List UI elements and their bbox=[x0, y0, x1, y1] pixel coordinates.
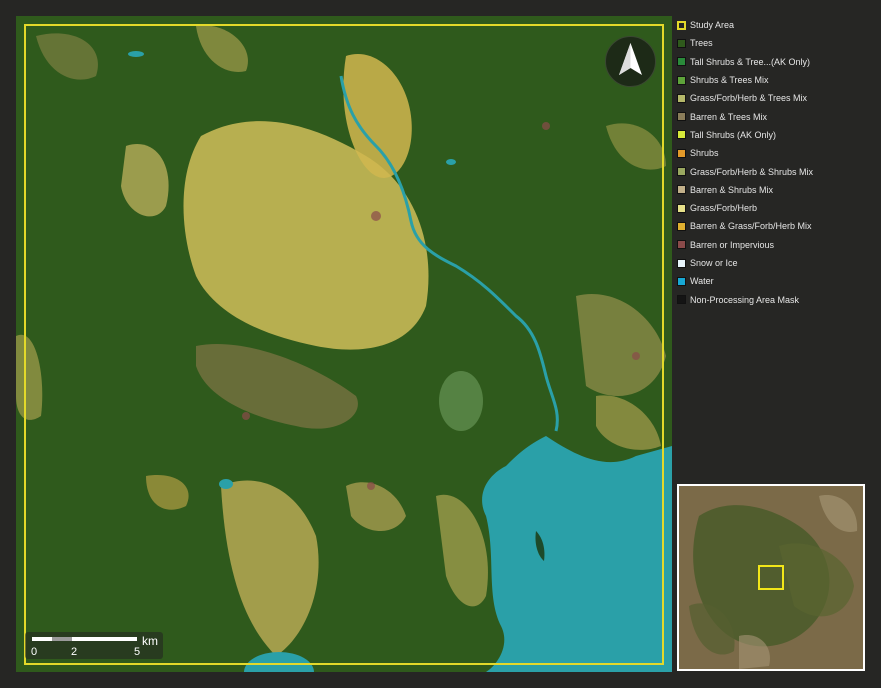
legend-label: Barren & Trees Mix bbox=[690, 111, 768, 122]
legend-swatch bbox=[677, 38, 686, 48]
legend-swatch bbox=[677, 221, 686, 231]
legend-swatch bbox=[677, 295, 686, 305]
land-cover-raster bbox=[16, 16, 672, 672]
scale-segment bbox=[52, 637, 72, 641]
scale-bar: 0 2 5 km bbox=[25, 632, 163, 659]
legend-label: Study Area bbox=[690, 20, 735, 31]
legend-label: Shrubs & Trees Mix bbox=[690, 75, 769, 86]
scale-label-5: 5 bbox=[134, 646, 141, 658]
legend-label: Grass/Forb/Herb bbox=[690, 203, 758, 214]
legend-swatch bbox=[677, 258, 686, 268]
legend-item: Tall Shrubs (AK Only) bbox=[676, 126, 881, 144]
legend-swatch bbox=[677, 57, 686, 67]
legend-label: Tall Shrubs (AK Only) bbox=[690, 129, 777, 140]
legend-item: Non-Processing Area Mask bbox=[676, 290, 881, 308]
legend-swatch bbox=[677, 167, 686, 177]
inset-satellite-image bbox=[679, 486, 863, 669]
legend-swatch bbox=[677, 148, 686, 158]
scale-segment bbox=[32, 637, 52, 641]
legend-item: Barren & Shrubs Mix bbox=[676, 181, 881, 199]
legend-item: Shrubs bbox=[676, 144, 881, 162]
legend-swatch bbox=[677, 185, 686, 195]
legend-item: Grass/Forb/Herb & Trees Mix bbox=[676, 89, 881, 107]
legend-item: Barren & Grass/Forb/Herb Mix bbox=[676, 217, 881, 235]
land-cover-map[interactable] bbox=[16, 16, 672, 672]
legend-swatch bbox=[677, 112, 686, 122]
legend-item: Grass/Forb/Herb bbox=[676, 199, 881, 217]
scale-label-0: 0 bbox=[31, 646, 38, 658]
legend-item: Barren or Impervious bbox=[676, 236, 881, 254]
legend-swatch bbox=[677, 93, 686, 103]
scale-segment bbox=[72, 637, 92, 641]
legend-label: Trees bbox=[690, 38, 713, 49]
inset-locator-map[interactable] bbox=[677, 484, 865, 671]
legend-item: Water bbox=[676, 272, 881, 290]
legend-label: Barren & Shrubs Mix bbox=[690, 184, 774, 195]
legend-label: Grass/Forb/Herb & Shrubs Mix bbox=[690, 166, 814, 177]
legend-item: Snow or Ice bbox=[676, 254, 881, 272]
legend-label: Grass/Forb/Herb & Trees Mix bbox=[690, 93, 808, 104]
legend-label: Water bbox=[690, 276, 714, 287]
legend-swatch bbox=[677, 276, 686, 286]
scale-label-2: 2 bbox=[71, 646, 78, 658]
legend-item: Shrubs & Trees Mix bbox=[676, 71, 881, 89]
legend-item: Tall Shrubs & Tree...(AK Only) bbox=[676, 53, 881, 71]
map-legend: Study Area Trees Tall Shrubs & Tree...(AK … bbox=[676, 16, 881, 309]
legend-item: Grass/Forb/Herb & Shrubs Mix bbox=[676, 162, 881, 180]
legend-label: Barren or Impervious bbox=[690, 239, 775, 250]
legend-swatch bbox=[677, 20, 686, 30]
legend-swatch bbox=[677, 203, 686, 213]
legend-label: Snow or Ice bbox=[690, 258, 738, 268]
north-arrow-icon bbox=[605, 36, 656, 87]
legend-item: Barren & Trees Mix bbox=[676, 107, 881, 125]
legend-item: Trees bbox=[676, 34, 881, 52]
legend-label: Barren & Grass/Forb/Herb Mix bbox=[690, 221, 812, 232]
legend-label: Tall Shrubs & Tree...(AK Only) bbox=[690, 56, 811, 67]
legend-swatch bbox=[677, 75, 686, 85]
scale-unit: km bbox=[142, 634, 158, 648]
legend-item: Study Area bbox=[676, 16, 881, 34]
legend-swatch bbox=[677, 130, 686, 140]
legend-label: Non-Processing Area Mask bbox=[690, 294, 800, 305]
scale-segment bbox=[92, 637, 137, 641]
legend-swatch bbox=[677, 240, 686, 250]
legend-label: Shrubs bbox=[690, 148, 719, 159]
